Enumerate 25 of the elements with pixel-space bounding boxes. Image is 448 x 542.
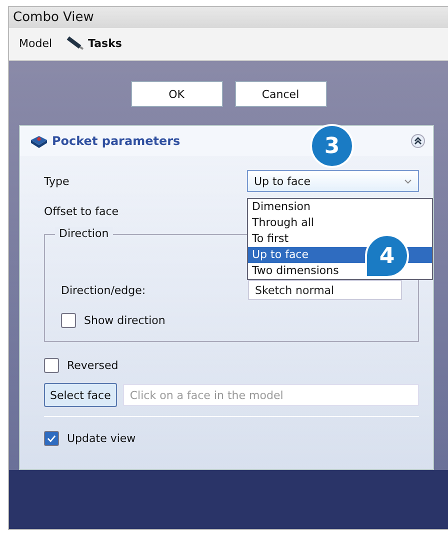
collapse-icon[interactable] bbox=[411, 134, 425, 148]
panel-title: Pocket parameters bbox=[30, 134, 180, 148]
checkbox-label: Show direction bbox=[84, 314, 166, 326]
tab[interactable]: Model bbox=[19, 36, 52, 50]
checkbox[interactable] bbox=[44, 358, 59, 372]
dialog-button[interactable]: Cancel bbox=[234, 81, 326, 107]
dialog-button[interactable]: OK bbox=[130, 81, 222, 107]
pocket-icon bbox=[30, 134, 48, 148]
checkbox-label: Reversed bbox=[67, 358, 118, 372]
type-dropdown[interactable]: Up to face bbox=[247, 170, 419, 192]
select-face-button[interactable]: Select face bbox=[44, 383, 117, 407]
tab[interactable]: Tasks bbox=[66, 36, 122, 50]
step-number-tooltip: 3 bbox=[310, 124, 354, 168]
checkbox[interactable] bbox=[44, 430, 59, 446]
field-label: Type bbox=[44, 174, 70, 188]
chevron-icon bbox=[404, 178, 412, 184]
window-title: Combo View bbox=[9, 7, 448, 28]
checkmark-icon bbox=[47, 434, 56, 442]
checkbox-label: Update view bbox=[67, 432, 136, 444]
checkbox[interactable] bbox=[61, 312, 76, 328]
face-input-field[interactable]: Click on a face in the model bbox=[122, 384, 419, 406]
group-title: Direction bbox=[55, 227, 113, 240]
field-label: Offset to face bbox=[44, 204, 120, 218]
field-label: Direction/edge: bbox=[61, 284, 147, 296]
direction-field[interactable]: Sketch normal bbox=[248, 280, 402, 300]
